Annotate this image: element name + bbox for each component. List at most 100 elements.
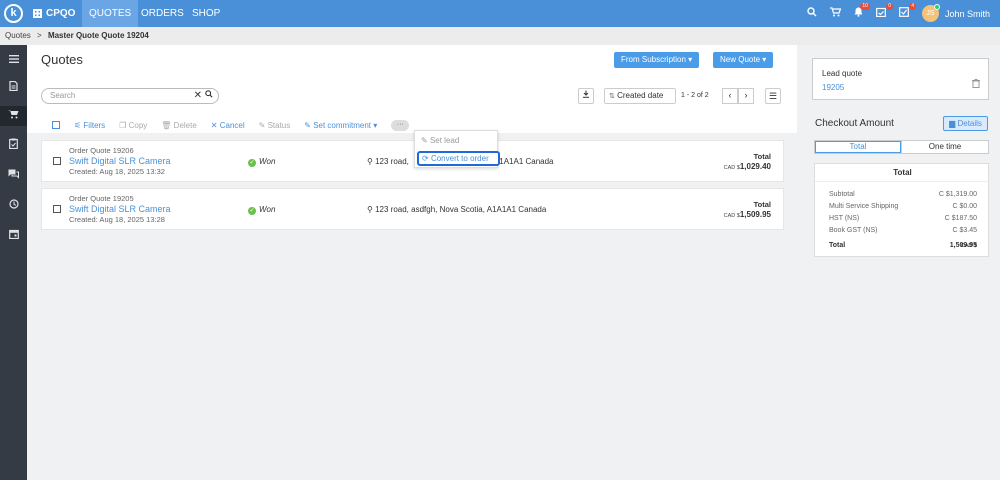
chevron-left-icon: ‹ — [728, 90, 732, 100]
tab-total[interactable]: Total — [815, 141, 902, 153]
download-button[interactable] — [578, 88, 594, 104]
set-lead-label: Set lead — [429, 136, 460, 145]
totals-title: Total — [815, 164, 990, 182]
lead-quote-link[interactable]: 19205 — [822, 83, 844, 92]
details-button[interactable]: ▆ Details — [943, 116, 988, 131]
calendar-check-icon[interactable]: 0 — [870, 3, 893, 20]
cancel-button[interactable]: ✕ Cancel — [211, 121, 245, 130]
app-brand[interactable]: CPQO — [33, 0, 75, 27]
total-line: Subtotal C $1,319.00 — [829, 191, 977, 198]
main-content: Quotes From Subscription ▾ New Quote ▾ S… — [27, 45, 797, 480]
trash-icon: 🗑 — [161, 120, 172, 130]
breadcrumb-current: Master Quote Quote 19204 — [47, 31, 149, 40]
search-icon[interactable] — [205, 89, 213, 103]
clipboard-icon[interactable] — [0, 136, 27, 156]
convert-icon: ⟳ — [422, 154, 429, 163]
select-all-checkbox[interactable] — [52, 121, 60, 129]
calendar-icon[interactable] — [0, 226, 27, 246]
user-name[interactable]: John Smith — [945, 9, 990, 19]
filters-button[interactable]: ⚟ Filters — [74, 121, 105, 130]
quote-created: Created: Aug 18, 2025 13:28 — [69, 215, 165, 224]
lead-quote-label: Lead quote — [822, 69, 863, 78]
prev-page-button[interactable]: ‹ — [722, 88, 738, 104]
currency: CAD $ — [723, 165, 740, 171]
breadcrumb-root[interactable]: Quotes — [5, 31, 31, 40]
more-actions-menu: ✎ Set lead ⟳ Convert to order — [414, 130, 500, 168]
copy-label: Copy — [128, 120, 148, 130]
nav-shop[interactable]: SHOP — [185, 0, 227, 27]
bulk-actions: ⚟ Filters ❐ Copy 🗑 Delete ✕ Cancel ✎ Sta… — [52, 119, 410, 131]
nav-orders[interactable]: ORDERS — [134, 0, 191, 27]
checkout-amount-title: Checkout Amount — [815, 118, 894, 129]
cart-icon[interactable] — [0, 106, 27, 126]
filters-label: Filters — [83, 120, 106, 130]
calendar-badge: 0 — [886, 3, 893, 10]
status-text: Won — [259, 205, 276, 214]
breadcrumb-separator: > — [37, 31, 42, 40]
from-subscription-button[interactable]: From Subscription ▾ — [614, 52, 700, 68]
grand-total-line: Total CAD $1,509.95 — [829, 242, 977, 249]
sort-icon: ⇅ — [609, 93, 615, 100]
app-logo[interactable]: k — [4, 4, 23, 23]
avatar[interactable]: JS — [921, 4, 940, 22]
quote-address: ⚲ 123 road, asdfgh, Nova Scotia, A1A1A1 … — [367, 205, 546, 214]
details-label: Details — [957, 119, 982, 128]
line-label: Book GST (NS) — [829, 227, 878, 234]
table-row[interactable]: Order Quote 19206 Swift Digital SLR Came… — [41, 140, 784, 182]
document-icon[interactable] — [0, 78, 27, 98]
status-label: Status — [267, 120, 291, 130]
copy-button[interactable]: ❐ Copy — [119, 121, 147, 130]
from-subscription-label: From Subscription — [621, 55, 686, 64]
list-toolbar: Search ✕ ⇅ Created date 1 - 2 of 2 ‹ › ☰… — [27, 75, 797, 133]
quote-name-link[interactable]: Swift Digital SLR Camera — [69, 204, 171, 214]
cart-icon[interactable] — [824, 7, 847, 20]
convert-to-order-label: Convert to order — [430, 154, 489, 163]
line-value: C $1,319.00 — [938, 191, 977, 198]
set-lead-menu-item[interactable]: ✎ Set lead — [421, 136, 459, 145]
list-menu-button[interactable]: ☰ — [765, 88, 781, 104]
row-checkbox[interactable] — [53, 157, 61, 165]
status-button[interactable]: ✎ Status — [259, 121, 291, 130]
history-icon[interactable] — [0, 196, 27, 216]
new-quote-button[interactable]: New Quote ▾ — [713, 52, 774, 68]
tab-one-time[interactable]: One time — [902, 141, 988, 153]
filter-icon: ⚟ — [74, 120, 82, 130]
nav-quotes[interactable]: QUOTES — [82, 0, 139, 27]
table-row[interactable]: Order Quote 19205 Swift Digital SLR Came… — [41, 188, 784, 230]
chat-icon[interactable] — [0, 166, 27, 186]
more-actions-button[interactable]: ··· — [391, 119, 410, 131]
search-input[interactable]: Search ✕ — [41, 88, 219, 104]
address-part-a: 123 road, — [375, 157, 409, 166]
list-icon: ☰ — [768, 91, 778, 101]
search-icon[interactable] — [801, 7, 824, 20]
status-text: Won — [259, 157, 276, 166]
set-commitment-label: Set commitment — [313, 120, 371, 130]
bell-icon[interactable]: 10 — [847, 3, 870, 20]
total-label: Total — [753, 152, 771, 161]
grid-icon — [33, 9, 42, 18]
convert-to-order-menu-item[interactable]: ⟳ Convert to order — [417, 151, 500, 166]
delete-button[interactable]: 🗑 Delete — [161, 121, 197, 130]
line-value: C $187.50 — [944, 215, 977, 222]
clear-search-icon[interactable]: ✕ — [194, 89, 202, 103]
sort-select[interactable]: ⇅ Created date — [604, 88, 676, 104]
brand-label: CPQO — [46, 8, 76, 19]
task-check-icon[interactable]: 4 — [893, 3, 916, 20]
grand-total-amount: 1,509.95 — [949, 242, 977, 249]
quote-name-link[interactable]: Swift Digital SLR Camera — [69, 156, 171, 166]
pencil-icon: ✎ — [421, 136, 428, 145]
truck-icon: ▆ — [949, 119, 956, 128]
menu-icon[interactable] — [0, 50, 27, 70]
total-line: Book GST (NS) C $3.45 — [829, 227, 977, 234]
row-checkbox[interactable] — [53, 205, 61, 213]
total-value: CAD $1,029.40 — [724, 162, 771, 171]
line-label: Subtotal — [829, 191, 855, 198]
avatar-initials: JS — [926, 10, 935, 17]
set-commitment-button[interactable]: ✎ Set commitment ▾ — [304, 121, 377, 130]
amount-tabs: Total One time — [814, 140, 989, 154]
next-page-button[interactable]: › — [738, 88, 754, 104]
right-panel: Lead quote 19205 Checkout Amount ▆ Detai… — [797, 45, 1000, 480]
new-quote-label: New Quote — [720, 55, 761, 64]
trash-icon[interactable] — [972, 79, 980, 90]
line-value: C $3.45 — [952, 227, 977, 234]
